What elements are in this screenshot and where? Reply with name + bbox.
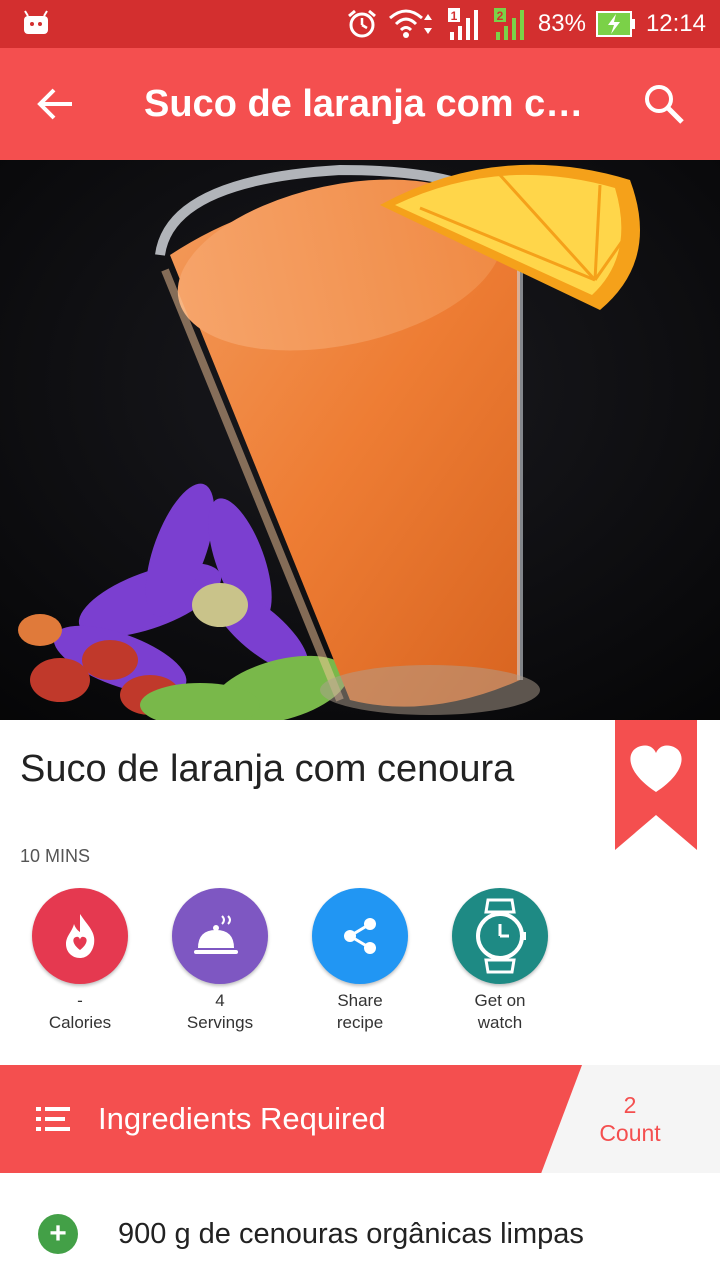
ingredients-header: Ingredients Required 2 Count xyxy=(0,1065,720,1173)
recipe-time: 10 MINS xyxy=(20,846,91,866)
battery-percent: 83% xyxy=(537,10,586,37)
list-icon xyxy=(36,1107,70,1131)
watch-value: Get on xyxy=(474,991,526,1010)
list-item[interactable]: + 900 g de cenouras orgânicas limpas xyxy=(0,1198,720,1270)
signal-icon: 2 xyxy=(493,8,524,40)
watch-label: watch xyxy=(477,1013,523,1032)
signal-icon: 1 xyxy=(447,8,478,40)
arrow-back-icon[interactable] xyxy=(30,78,82,130)
wifi-icon xyxy=(388,9,432,38)
servings-label: Servings xyxy=(186,1013,254,1032)
app-bar: Suco de laranja com ce… xyxy=(0,48,720,160)
sim2-label: 2 xyxy=(497,9,504,23)
cloche-icon xyxy=(172,888,268,984)
status-bar: 1 2 83% 12:14 xyxy=(0,0,720,48)
android-icon xyxy=(24,10,48,34)
flame-heart-icon xyxy=(32,888,128,984)
add-icon[interactable]: + xyxy=(38,1214,78,1254)
battery-charging-icon xyxy=(595,11,635,37)
ingredient-text: 900 g de cenouras orgânicas limpas xyxy=(118,1218,584,1250)
count-label: Count xyxy=(599,1120,661,1146)
watch-icon xyxy=(452,888,548,984)
servings-action[interactable]: 4 Servings xyxy=(150,888,290,1034)
calories-label: Calories xyxy=(48,1013,112,1032)
alarm-icon xyxy=(347,9,376,38)
recipe-title: Suco de laranja com cenoura xyxy=(20,748,515,790)
page-title: Suco de laranja com ce… xyxy=(144,83,594,125)
search-icon[interactable] xyxy=(638,78,690,130)
share-value: Share xyxy=(337,991,383,1010)
calories-value: - xyxy=(77,991,83,1010)
servings-value: 4 xyxy=(215,991,225,1010)
share-label: recipe xyxy=(336,1013,384,1032)
watch-action[interactable]: Get on watch xyxy=(430,888,570,1034)
ingredients-title: Ingredients Required xyxy=(98,1101,386,1136)
recipe-photo xyxy=(0,160,720,720)
calories-action[interactable]: - Calories xyxy=(10,888,150,1034)
clock: 12:14 xyxy=(645,10,706,37)
sim1-label: 1 xyxy=(451,9,458,23)
favorite-bookmark[interactable] xyxy=(615,720,697,850)
share-icon xyxy=(312,888,408,984)
share-action[interactable]: Share recipe xyxy=(290,888,430,1034)
ingredients-count: 2 Count xyxy=(584,1091,676,1147)
count-value: 2 xyxy=(623,1092,637,1118)
